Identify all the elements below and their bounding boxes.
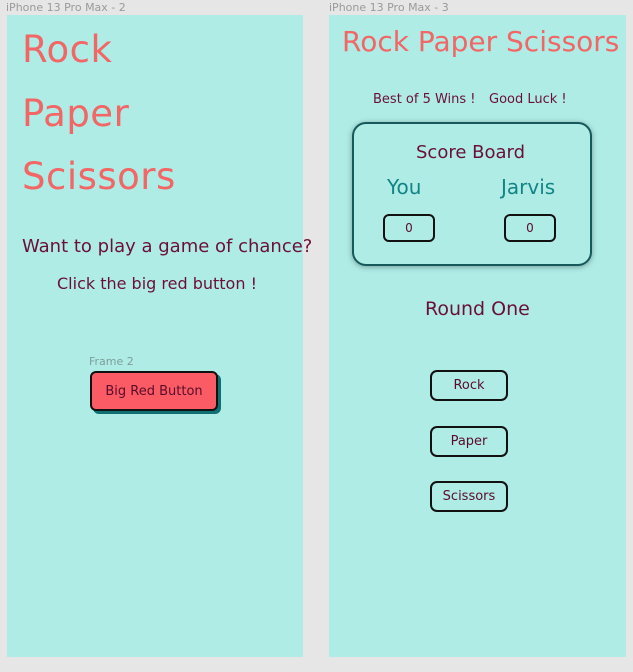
player-score: 0	[383, 214, 435, 242]
rock-button[interactable]: Rock	[430, 370, 508, 401]
inner-frame-label: Frame 2	[89, 355, 134, 368]
score-board: Score Board You Jarvis 0 0	[352, 122, 592, 266]
opponent-label: Jarvis	[501, 175, 556, 199]
game-screen: Rock Paper Scissors Best of 5 Wins ! Goo…	[329, 15, 626, 657]
intro-instruction: Click the big red button !	[57, 274, 257, 293]
title-line-scissors: Scissors	[22, 155, 176, 198]
best-of-text: Best of 5 Wins !	[373, 92, 476, 107]
score-board-title: Score Board	[416, 142, 526, 163]
intro-question: Want to play a game of chance?	[22, 236, 313, 257]
frame-label-screen-2: iPhone 13 Pro Max - 3	[329, 1, 449, 14]
paper-button[interactable]: Paper	[430, 426, 508, 457]
frame-label-screen-1: iPhone 13 Pro Max - 2	[6, 1, 126, 14]
start-screen: Rock Paper Scissors Want to play a game …	[7, 15, 312, 657]
player-label: You	[387, 175, 422, 199]
title-line-rock: Rock	[22, 28, 113, 71]
round-label: Round One	[425, 298, 530, 320]
game-title: Rock Paper Scissors	[342, 25, 620, 58]
scissors-button[interactable]: Scissors	[430, 481, 508, 512]
big-red-button[interactable]: Big Red Button	[90, 371, 218, 411]
good-luck-text: Good Luck !	[489, 92, 567, 107]
opponent-score: 0	[504, 214, 556, 242]
title-line-paper: Paper	[22, 92, 130, 135]
